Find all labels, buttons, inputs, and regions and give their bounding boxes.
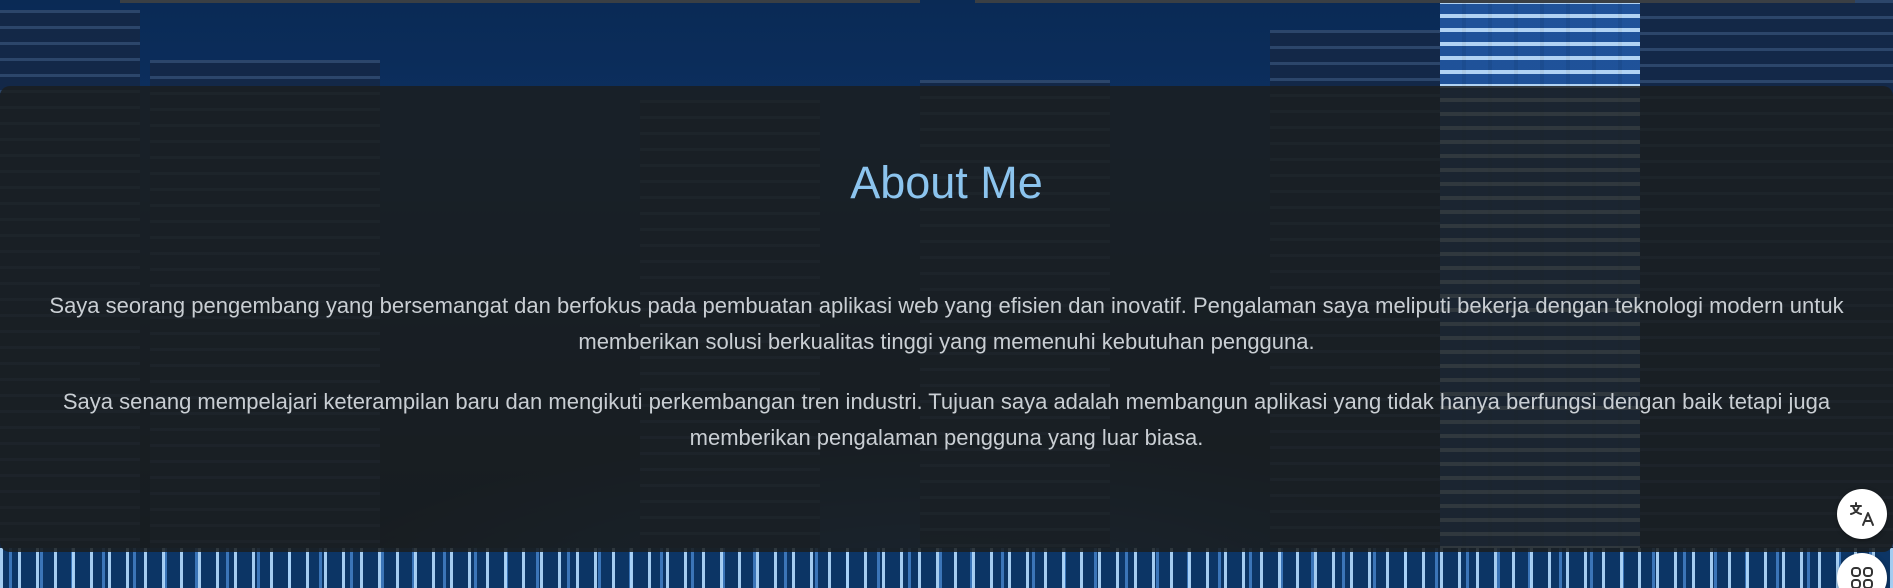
about-paragraph: Saya seorang pengembang yang bersemangat… <box>49 293 1844 354</box>
top-divider <box>120 0 920 3</box>
translate-icon <box>1850 502 1874 526</box>
about-paragraph: Saya senang mempelajari keterampilan bar… <box>62 389 1831 450</box>
page: About Me Saya seorang pengembang yang be… <box>0 0 1893 588</box>
top-divider <box>975 0 1855 3</box>
apps-grid-icon <box>1851 567 1873 588</box>
translate-button[interactable] <box>1837 489 1887 539</box>
section-title: About Me <box>850 157 1043 208</box>
about-section: About Me Saya seorang pengembang yang be… <box>0 86 1893 552</box>
street-lights <box>0 548 1893 588</box>
